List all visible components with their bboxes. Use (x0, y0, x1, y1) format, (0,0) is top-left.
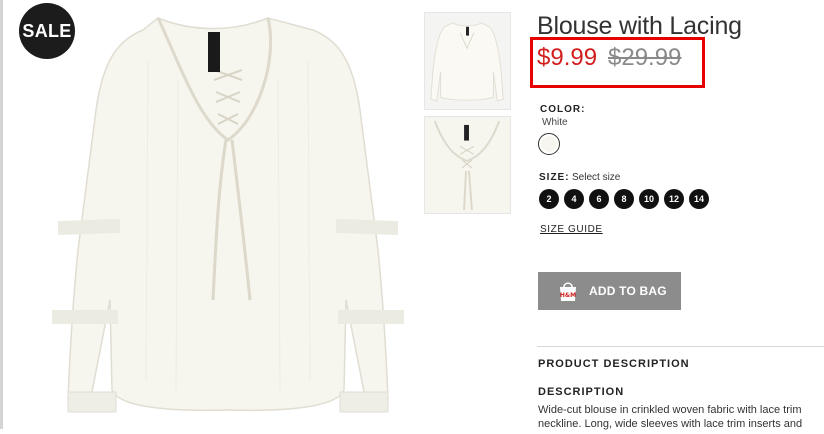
main-product-image[interactable] (38, 0, 418, 429)
thumbnail-detail[interactable] (424, 116, 511, 214)
section-divider (537, 346, 824, 347)
size-option-10[interactable]: 10 (639, 189, 659, 209)
size-option-12[interactable]: 12 (664, 189, 684, 209)
shopping-bag-icon: H&M (558, 280, 578, 302)
thumbnail-front[interactable] (424, 12, 511, 110)
sale-price: $9.99 (537, 44, 598, 71)
size-guide-link[interactable]: SIZE GUIDE (540, 224, 603, 235)
original-price: $29.99 (608, 44, 682, 71)
color-value: White (542, 117, 568, 128)
size-option-8[interactable]: 8 (614, 189, 634, 209)
add-to-bag-button[interactable]: H&M ADD TO BAG (538, 272, 681, 310)
left-border (0, 0, 3, 429)
chevron-up-icon[interactable]: ⌃ (460, 0, 472, 7)
color-swatch-white[interactable] (538, 133, 560, 155)
size-option-4[interactable]: 4 (564, 189, 584, 209)
description-text: Wide-cut blouse in crinkled woven fabric… (538, 403, 824, 431)
size-label: SIZE: (539, 172, 570, 183)
add-to-bag-label: ADD TO BAG (589, 284, 667, 298)
description-heading: DESCRIPTION (538, 386, 625, 398)
size-option-2[interactable]: 2 (539, 189, 559, 209)
size-option-6[interactable]: 6 (589, 189, 609, 209)
color-label: COLOR: (540, 104, 586, 115)
bag-brand-text: H&M (560, 292, 576, 299)
size-hint: Select size (572, 172, 621, 183)
sale-badge: SALE (19, 3, 75, 59)
size-option-14[interactable]: 14 (689, 189, 709, 209)
product-description-heading[interactable]: PRODUCT DESCRIPTION (538, 358, 690, 370)
size-options: 2 4 6 8 10 12 14 (539, 189, 709, 209)
description-line: Wide-cut blouse in crinkled woven fabric… (538, 404, 802, 416)
